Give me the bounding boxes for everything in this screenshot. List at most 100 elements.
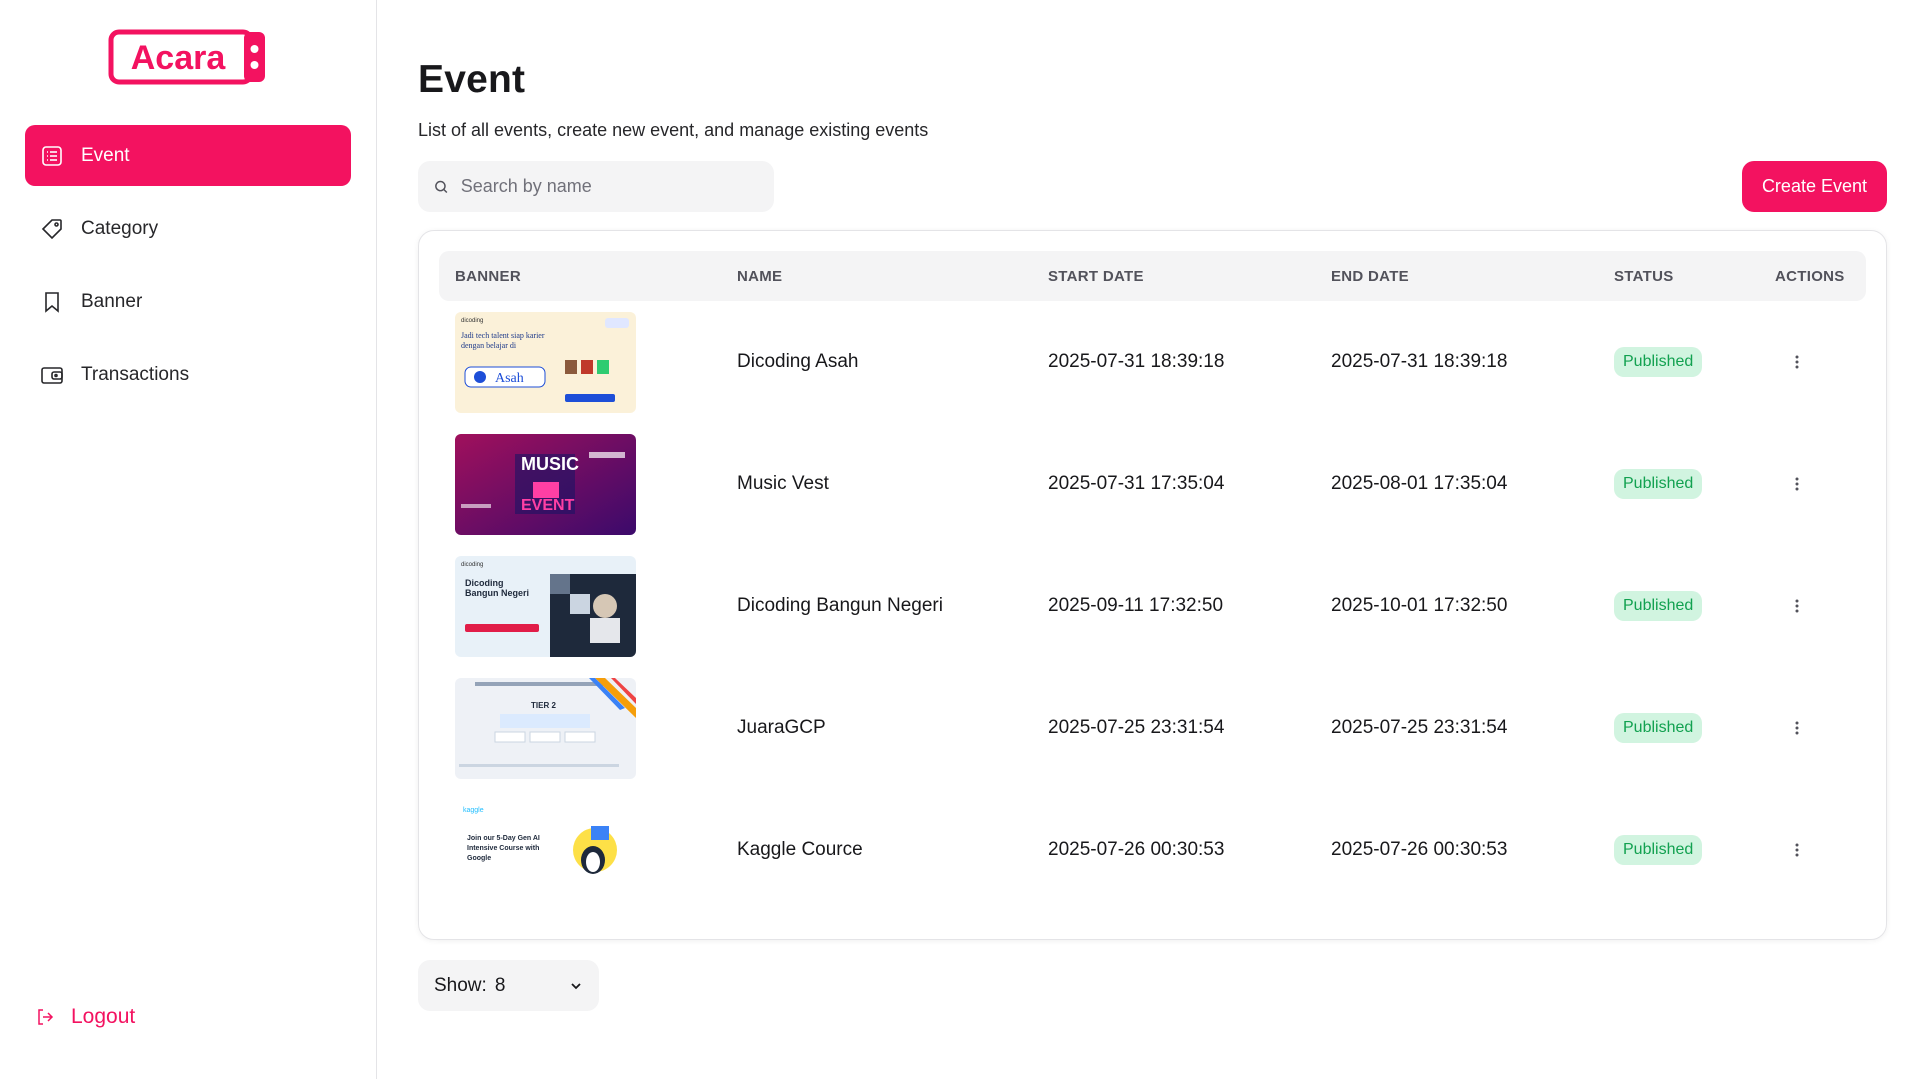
- more-vertical-icon[interactable]: [1785, 716, 1809, 740]
- end-date: 2025-08-01 17:35:04: [1331, 473, 1508, 494]
- status-badge: Published: [1614, 347, 1703, 377]
- status-cell: Published: [1598, 789, 1759, 911]
- banner-cell: dicoding Jadi tech talent siap karier de…: [439, 301, 721, 423]
- start-date: 2025-07-31 17:35:04: [1048, 473, 1225, 494]
- banner-bangun-negeri-image: dicoding Dicoding Bangun Negeri: [455, 555, 636, 657]
- column-header-actions: ACTIONS: [1759, 251, 1866, 301]
- more-vertical-icon[interactable]: [1785, 594, 1809, 618]
- status-cell: Published: [1598, 423, 1759, 545]
- chevron-down-icon: [571, 982, 581, 989]
- svg-text:Jadi tech talent siap karier: Jadi tech talent siap karier: [461, 331, 545, 340]
- toolbar: Create Event: [418, 161, 1887, 212]
- actions-cell: [1759, 301, 1866, 423]
- table-header-row: BANNER NAME START DATE END DATE STATUS A…: [439, 251, 1866, 301]
- show-label: Show:: [434, 974, 487, 996]
- column-header-banner: BANNER: [439, 251, 721, 301]
- table-row: TIER 2 JuaraGCP 2025-07-25 23:31:54 2025…: [439, 667, 1866, 789]
- sidebar-item-banner[interactable]: Banner: [25, 271, 351, 332]
- svg-text:kaggle: kaggle: [463, 807, 484, 814]
- banner-cell: MUSIC EVENT: [439, 423, 721, 545]
- logout-label: Logout: [71, 1005, 136, 1028]
- end-date: 2025-10-01 17:32:50: [1331, 595, 1508, 616]
- more-vertical-icon[interactable]: [1785, 472, 1809, 496]
- sidebar-item-label: Event: [81, 144, 130, 166]
- start-date: 2025-07-26 00:30:53: [1048, 839, 1225, 860]
- column-header-status: STATUS: [1598, 251, 1759, 301]
- end-date: 2025-07-26 00:30:53: [1331, 839, 1508, 860]
- svg-text:Acara: Acara: [131, 39, 227, 77]
- status-badge: Published: [1614, 469, 1703, 499]
- actions-cell: [1759, 545, 1866, 667]
- event-name: JuaraGCP: [737, 717, 826, 738]
- end-date: 2025-07-31 18:39:18: [1331, 351, 1508, 372]
- svg-text:Dicoding: Dicoding: [465, 578, 504, 588]
- show-value: 8: [494, 974, 506, 996]
- logout-button[interactable]: Logout: [35, 1005, 135, 1029]
- column-header-end-date: END DATE: [1315, 251, 1598, 301]
- start-date: 2025-07-25 23:31:54: [1048, 717, 1225, 738]
- start-date: 2025-07-31 18:39:18: [1048, 351, 1225, 372]
- events-table-card: BANNER NAME START DATE END DATE STATUS A…: [418, 230, 1887, 940]
- event-name: Dicoding Asah: [737, 351, 859, 372]
- svg-text:Google: Google: [467, 855, 491, 862]
- sidebar-item-category[interactable]: Category: [25, 198, 351, 259]
- banner-cell: kaggle Join our 5-Day Gen AI Intensive C…: [439, 789, 721, 911]
- table-row: dicoding Jadi tech talent siap karier de…: [439, 301, 1866, 423]
- table-row: kaggle Join our 5-Day Gen AI Intensive C…: [439, 789, 1866, 911]
- rows-per-page-select[interactable]: Show: 8: [418, 960, 599, 1011]
- svg-text:TIER 2: TIER 2: [531, 701, 556, 710]
- page-title: Event: [418, 58, 526, 101]
- svg-text:dicoding: dicoding: [461, 318, 483, 324]
- actions-cell: [1759, 423, 1866, 545]
- events-table: BANNER NAME START DATE END DATE STATUS A…: [439, 251, 1866, 911]
- status-cell: Published: [1598, 667, 1759, 789]
- banner-music-image: MUSIC EVENT: [455, 433, 636, 535]
- svg-text:dicoding: dicoding: [461, 562, 483, 568]
- bookmark-icon: [39, 289, 65, 315]
- svg-text:EVENT: EVENT: [521, 497, 575, 514]
- more-vertical-icon[interactable]: [1785, 838, 1809, 862]
- status-cell: Published: [1598, 301, 1759, 423]
- column-header-name: NAME: [721, 251, 1032, 301]
- sidebar-item-label: Transactions: [81, 363, 190, 385]
- table-row: dicoding Dicoding Bangun Negeri Dicoding…: [439, 545, 1866, 667]
- sidebar-item-event[interactable]: Event: [25, 125, 351, 186]
- banner-juaragcp-image: TIER 2: [455, 677, 636, 779]
- list-icon: [39, 143, 65, 169]
- svg-text:MUSIC: MUSIC: [521, 454, 579, 474]
- banner-asah-image: dicoding Jadi tech talent siap karier de…: [455, 311, 636, 413]
- svg-text:dengan belajar di: dengan belajar di: [461, 341, 517, 350]
- event-name: Dicoding Bangun Negeri: [737, 595, 943, 616]
- svg-text:Bangun Negeri: Bangun Negeri: [465, 588, 529, 598]
- svg-text:Asah: Asah: [495, 371, 524, 386]
- svg-text:Intensive Course with: Intensive Course with: [467, 845, 539, 852]
- banner-kaggle-image: kaggle Join our 5-Day Gen AI Intensive C…: [455, 799, 636, 901]
- end-date: 2025-07-25 23:31:54: [1331, 717, 1508, 738]
- sidebar-item-label: Category: [81, 217, 159, 239]
- search-icon: [435, 180, 448, 193]
- tag-icon: [39, 216, 65, 242]
- status-badge: Published: [1614, 835, 1703, 865]
- svg-text:Join our 5-Day Gen AI: Join our 5-Day Gen AI: [467, 835, 540, 842]
- sidebar-nav: Event Category Banner Transactions: [25, 125, 351, 405]
- page-subtitle: List of all events, create new event, an…: [418, 120, 929, 140]
- status-cell: Published: [1598, 545, 1759, 667]
- actions-cell: [1759, 789, 1866, 911]
- sidebar-item-label: Banner: [81, 290, 143, 312]
- wallet-icon: [39, 362, 65, 388]
- main-content: Event List of all events, create new eve…: [377, 0, 1914, 1079]
- event-name: Music Vest: [737, 473, 829, 494]
- event-name: Kaggle Cource: [737, 839, 863, 860]
- banner-cell: TIER 2: [439, 667, 721, 789]
- status-badge: Published: [1614, 591, 1703, 621]
- banner-cell: dicoding Dicoding Bangun Negeri: [439, 545, 721, 667]
- table-row: MUSIC EVENT Music Vest 2025-07-31 17:35:…: [439, 423, 1866, 545]
- more-vertical-icon[interactable]: [1785, 350, 1809, 374]
- search-box: [418, 161, 774, 212]
- actions-cell: [1759, 667, 1866, 789]
- search-input[interactable]: [460, 176, 758, 197]
- acara-logo: Acara: [108, 29, 265, 85]
- create-event-button[interactable]: Create Event: [1741, 161, 1887, 212]
- sidebar-item-transactions[interactable]: Transactions: [25, 344, 351, 405]
- column-header-start-date: START DATE: [1032, 251, 1315, 301]
